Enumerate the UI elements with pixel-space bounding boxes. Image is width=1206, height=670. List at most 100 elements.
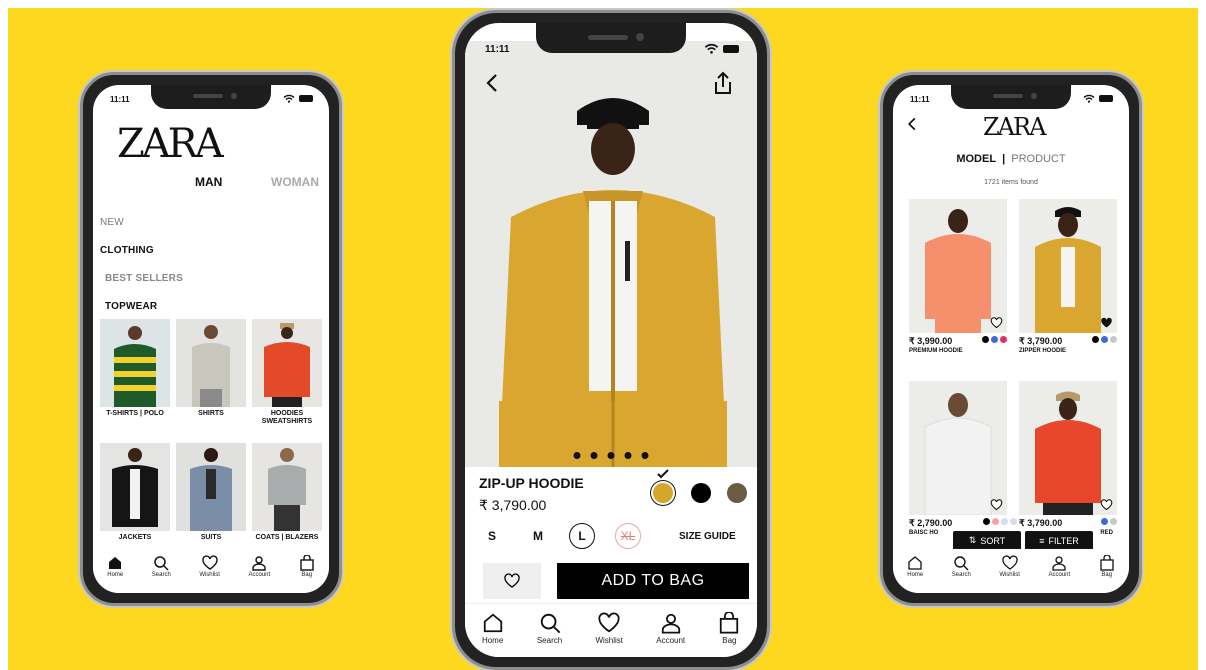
back-arrow-icon[interactable] — [485, 73, 499, 93]
size-m[interactable]: M — [525, 523, 551, 549]
product-card-image — [1019, 381, 1117, 515]
heart-icon[interactable] — [990, 317, 1003, 329]
sort-label: SORT — [980, 535, 1006, 546]
product-card-image — [1019, 199, 1117, 333]
product-card-image — [909, 381, 1007, 515]
sort-button[interactable]: ⇅ SORT — [953, 531, 1021, 550]
account-icon — [661, 613, 680, 634]
nav-wishlist[interactable]: Wishlist — [199, 555, 220, 578]
color-options[interactable] — [982, 336, 1007, 343]
color-options[interactable] — [1101, 518, 1117, 525]
category-tile[interactable]: HOODIES SWEATSHIRTS — [252, 319, 322, 426]
menu-link-clothing[interactable]: CLOTHING — [100, 245, 154, 256]
product-card[interactable]: ₹ 3,790.00 RED — [1019, 381, 1117, 536]
search-icon — [540, 613, 560, 634]
status-time: 11:11 — [910, 95, 930, 104]
size-guide-link[interactable]: SIZE GUIDE — [679, 531, 736, 542]
account-icon — [252, 556, 267, 571]
category-label: HOODIES SWEATSHIRTS — [261, 410, 313, 425]
nav-wishlist[interactable]: Wishlist — [999, 555, 1020, 578]
phone-screen: 11:11 ZARA MODEL | PRODUCT 1721 items fo… — [893, 85, 1129, 593]
phone-screen: 11:11 ZARA MAN WOMAN NEW CLOTHING BEST S… — [93, 85, 329, 593]
color-swatch-brown[interactable] — [727, 483, 747, 503]
status-icons — [704, 43, 739, 54]
nav-search[interactable]: Search — [537, 612, 562, 645]
battery-icon — [1099, 95, 1113, 102]
heart-icon[interactable] — [990, 499, 1003, 511]
color-swatch-black[interactable] — [691, 483, 711, 503]
menu-link-new[interactable]: NEW — [100, 217, 124, 228]
bottom-nav: Home Search Wishlist Account Bag — [93, 549, 329, 593]
product-card-image — [909, 199, 1007, 333]
menu-link-topwear[interactable]: TOPWEAR — [105, 301, 157, 312]
bottom-nav: Home Search Wishlist Account Bag — [893, 549, 1129, 593]
nav-account[interactable]: Account — [656, 612, 685, 645]
category-label: COATS | BLAZERS — [255, 534, 319, 541]
nav-bag[interactable]: Bag — [299, 555, 315, 578]
home-icon — [483, 613, 502, 633]
view-toggle: MODEL | PRODUCT — [893, 153, 1129, 165]
nav-account[interactable]: Account — [249, 555, 270, 578]
category-tile[interactable]: SHIRTS — [176, 319, 246, 418]
tab-model[interactable]: MODEL — [956, 153, 996, 165]
nav-home[interactable]: Home — [482, 612, 504, 645]
tab-man[interactable]: MAN — [195, 175, 222, 189]
category-image — [252, 319, 322, 407]
phone-product-screen: 11:11 ZIP-UP HOODIE ₹ 3,790.00 S M L XL … — [452, 10, 770, 670]
category-tile[interactable]: T-SHIRTS | POLO — [100, 319, 170, 418]
gender-tabs: MAN WOMAN — [93, 173, 329, 193]
search-icon — [154, 556, 169, 571]
heart-filled-icon[interactable] — [1100, 317, 1113, 329]
product-card[interactable]: ₹ 2,790.00 BAISC HO — [909, 381, 1017, 536]
nav-home[interactable]: Home — [107, 555, 123, 578]
size-xl-unavailable[interactable]: XL — [615, 523, 641, 549]
size-l[interactable]: L — [569, 523, 595, 549]
zara-logo: ZARA — [117, 121, 224, 167]
product-card[interactable]: ₹ 3,990.00 PREMIUM HOODIE — [909, 199, 1007, 354]
notch — [951, 85, 1071, 109]
back-arrow-icon[interactable] — [907, 117, 917, 131]
wifi-icon — [704, 43, 719, 54]
color-options[interactable] — [983, 518, 1017, 525]
filter-button[interactable]: ≡ FILTER — [1025, 531, 1093, 550]
carousel-dots[interactable] — [573, 452, 649, 459]
battery-icon — [723, 44, 739, 53]
category-label: T-SHIRTS | POLO — [106, 410, 164, 417]
notch — [151, 85, 271, 109]
product-photo — [499, 98, 727, 467]
bag-icon — [300, 555, 314, 571]
zara-logo: ZARA — [983, 113, 1046, 141]
toggle-separator: | — [1002, 153, 1006, 165]
add-to-bag-button[interactable]: ADD TO BAG — [557, 563, 749, 599]
category-tile[interactable]: JACKETS — [100, 443, 170, 542]
product-name: ZIP-UP HOODIE — [479, 475, 584, 491]
nav-bag[interactable]: Bag — [1099, 555, 1115, 578]
sort-filter-bar: ⇅ SORT ≡ FILTER — [953, 531, 1093, 550]
bag-icon — [1100, 555, 1114, 571]
nav-label: Wishlist — [199, 572, 220, 578]
nav-home[interactable]: Home — [907, 555, 923, 578]
category-tile[interactable]: COATS | BLAZERS — [252, 443, 322, 542]
nav-label: Wishlist — [595, 636, 623, 645]
heart-icon[interactable] — [1100, 499, 1113, 511]
color-swatch-mustard[interactable] — [653, 483, 673, 503]
color-options[interactable] — [1092, 336, 1117, 343]
status-icons — [1083, 94, 1113, 103]
nav-bag[interactable]: Bag — [718, 612, 740, 645]
nav-account[interactable]: Account — [1049, 555, 1070, 578]
wishlist-button[interactable] — [483, 563, 541, 599]
category-tile[interactable]: SUITS — [176, 443, 246, 542]
nav-wishlist[interactable]: Wishlist — [595, 612, 623, 645]
tab-product[interactable]: PRODUCT — [1011, 153, 1065, 165]
menu-link-best-sellers[interactable]: BEST SELLERS — [105, 273, 183, 284]
product-card[interactable]: ₹ 3,790.00 ZIPPER HOODIE — [1019, 199, 1117, 354]
nav-search[interactable]: Search — [952, 555, 971, 578]
nav-search[interactable]: Search — [152, 555, 171, 578]
tab-woman[interactable]: WOMAN — [271, 175, 319, 189]
battery-icon — [299, 95, 313, 102]
sort-icon: ⇅ — [968, 535, 977, 545]
size-s[interactable]: S — [479, 523, 505, 549]
nav-label: Bag — [301, 572, 313, 578]
nav-label: Bag — [1101, 572, 1113, 578]
share-icon[interactable] — [713, 71, 733, 95]
